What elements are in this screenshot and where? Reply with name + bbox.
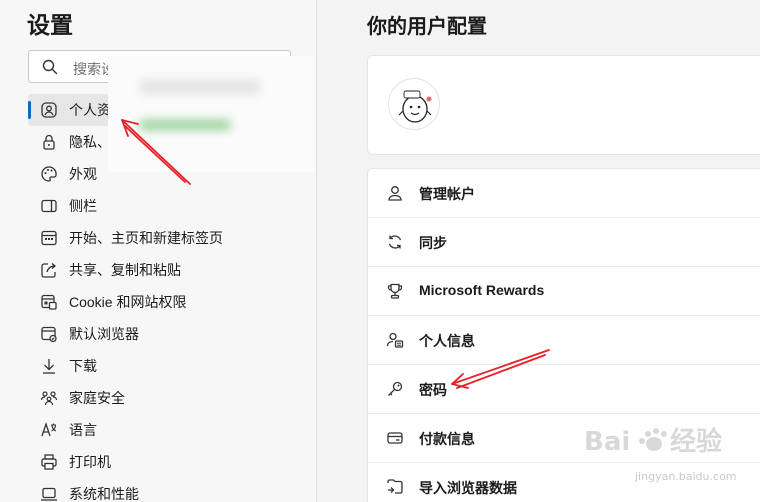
sidebar-item-languages[interactable]: 语言 <box>28 414 291 446</box>
sidebar-item-start-home[interactable]: 开始、主页和新建标签页 <box>28 222 291 254</box>
redacted-status-blur <box>140 120 230 130</box>
row-payment-info[interactable]: 付款信息 <box>368 414 760 463</box>
row-label: 个人信息 <box>419 333 475 349</box>
sidebar-item-label: 系统和性能 <box>69 486 139 502</box>
avatar[interactable] <box>388 78 440 130</box>
sync-icon <box>388 235 402 249</box>
cookie-icon <box>41 294 57 310</box>
sidebar-item-default-browser[interactable]: 默认浏览器 <box>28 318 291 350</box>
avatar-sticker-icon <box>398 90 432 123</box>
language-icon <box>41 421 57 437</box>
row-label: Microsoft Rewards <box>419 282 545 298</box>
row-label: 密码 <box>419 382 447 398</box>
redacted-name-blur <box>140 80 260 94</box>
watermark-url: jingyan.baidu.com <box>635 470 737 483</box>
row-sync[interactable]: 同步 <box>368 218 760 267</box>
personal-info-icon <box>386 332 404 348</box>
row-personal-info[interactable]: 个人信息 <box>368 316 760 365</box>
import-icon <box>387 479 403 494</box>
sidebar-item-label: Cookie 和网站权限 <box>69 294 187 310</box>
sidebar-item-family-safety[interactable]: 家庭安全 <box>28 382 291 414</box>
card-icon <box>387 432 403 444</box>
profile-card <box>367 55 760 155</box>
sidebar-item-label: 开始、主页和新建标签页 <box>69 230 223 246</box>
key-icon <box>388 381 403 396</box>
sidebar-item-label: 默认浏览器 <box>69 326 139 342</box>
main-content: 你的用户配置 管理帐户 同步 Microsoft Rewards 个人信息 密码… <box>318 0 760 502</box>
sidebar-item-label: 语言 <box>69 422 97 438</box>
sidebar-item-downloads[interactable]: 下载 <box>28 350 291 382</box>
person-icon <box>388 186 402 201</box>
row-passwords[interactable]: 密码 <box>368 365 760 414</box>
family-icon <box>40 391 58 406</box>
profile-icon <box>41 102 57 118</box>
browser-icon <box>41 326 57 343</box>
palette-icon <box>41 166 57 182</box>
profile-settings-list: 管理帐户 同步 Microsoft Rewards 个人信息 密码 付款信息 导… <box>367 168 760 502</box>
search-icon <box>42 59 58 75</box>
sidebar-item-label: 下载 <box>69 358 97 374</box>
sidebar-title: 设置 <box>27 12 73 38</box>
sidebar-item-printers[interactable]: 打印机 <box>28 446 291 478</box>
row-label: 付款信息 <box>419 431 475 447</box>
sidebar-item-label: 侧栏 <box>69 198 97 214</box>
row-label: 同步 <box>419 235 447 251</box>
home-grid-icon <box>41 230 57 246</box>
lock-icon <box>43 134 55 150</box>
sidebar-item-label: 共享、复制和粘贴 <box>69 262 181 278</box>
page-title: 你的用户配置 <box>367 16 487 38</box>
row-microsoft-rewards[interactable]: Microsoft Rewards <box>368 267 760 316</box>
redacted-profile-name <box>108 56 314 172</box>
share-icon <box>41 263 57 278</box>
sidebar-item-cookies[interactable]: Cookie 和网站权限 <box>28 286 291 318</box>
download-icon <box>43 359 55 374</box>
laptop-icon <box>41 487 57 501</box>
printer-icon <box>41 454 57 470</box>
sidebar-item-label: 家庭安全 <box>69 390 125 406</box>
row-label: 导入浏览器数据 <box>419 480 517 496</box>
sidebar-item-sidebar[interactable]: 侧栏 <box>28 190 291 222</box>
sidebar-item-share[interactable]: 共享、复制和粘贴 <box>28 254 291 286</box>
row-manage-account[interactable]: 管理帐户 <box>368 169 760 218</box>
row-label: 管理帐户 <box>419 186 475 202</box>
trophy-icon <box>387 283 403 299</box>
sidebar-item-label: 打印机 <box>69 454 111 470</box>
sidebar-item-system[interactable]: 系统和性能 <box>28 478 291 502</box>
sidebar-icon <box>41 199 57 213</box>
sidebar-item-label: 外观 <box>69 166 97 182</box>
